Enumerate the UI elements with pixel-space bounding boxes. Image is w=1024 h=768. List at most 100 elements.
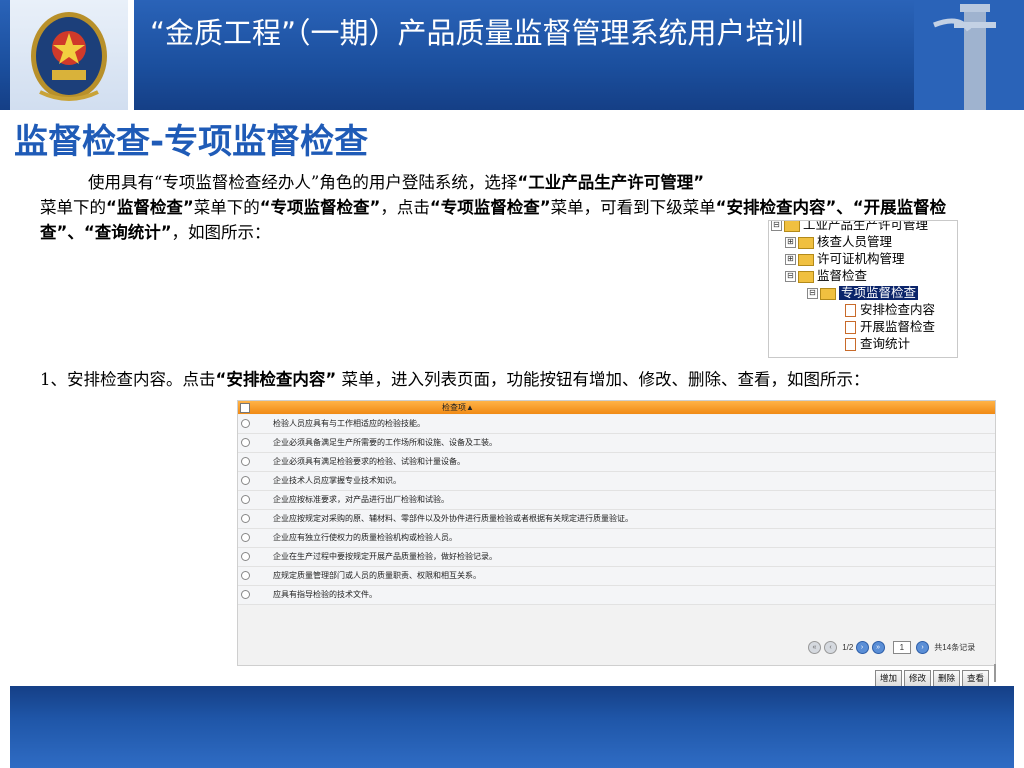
row-text: 应具有指导检验的技术文件。 xyxy=(273,590,377,599)
row-text: 应规定质量管理部门或人员的质量职责、权限和相互关系。 xyxy=(273,571,481,580)
tree-item-special-supervision[interactable]: ⊟ 专项监督检查 xyxy=(807,285,919,302)
tree-item-conduct-inspection[interactable]: 开展监督检查 xyxy=(845,319,935,336)
document-icon xyxy=(845,304,856,318)
page-number-input[interactable]: 1 xyxy=(892,641,911,655)
tree-item-query-stats[interactable]: 查询统计 xyxy=(845,336,910,353)
table-row[interactable]: 企业必须具有满足检验要求的检验、试验和计量设备。 xyxy=(238,453,995,472)
emblem-logo xyxy=(10,0,132,110)
tree-item-industrial-license[interactable]: ⊟ 工业产品生产许可管理 xyxy=(771,220,929,234)
para1-text-1: 使用具有“专项监督检查经办人”角色的用户登陆系统，选择 xyxy=(88,173,518,192)
huabiao-pillar-image xyxy=(914,0,1024,110)
select-all-checkbox[interactable] xyxy=(240,403,250,413)
row-radio[interactable] xyxy=(241,419,250,428)
slide-header: “金质工程”（一期）产品质量监督管理系统用户培训 xyxy=(0,0,1024,110)
row-radio[interactable] xyxy=(241,590,250,599)
row-text: 企业技术人员应掌握专业技术知识。 xyxy=(273,476,401,485)
table-row[interactable]: 企业应按标准要求，对产品进行出厂检验和试验。 xyxy=(238,491,995,510)
table-row[interactable]: 企业在生产过程中要按规定开展产品质量检验，做好检验记录。 xyxy=(238,548,995,567)
table-row[interactable]: 企业技术人员应掌握专业技术知识。 xyxy=(238,472,995,491)
row-text: 企业必须具备满足生产所需要的工作场所和设施、设备及工装。 xyxy=(273,438,497,447)
folder-icon xyxy=(798,236,814,249)
delete-button[interactable]: 删除 xyxy=(933,670,961,687)
table-row[interactable]: 应规定质量管理部门或人员的质量职责、权限和相互关系。 xyxy=(238,567,995,586)
tree-item-label: 查询统计 xyxy=(860,337,911,351)
para1-text-2: 菜单下的 xyxy=(40,198,106,217)
row-text: 企业必须具有满足检验要求的检验、试验和计量设备。 xyxy=(273,457,465,466)
next-page-icon[interactable]: › xyxy=(855,641,869,655)
total-records: 共14条记录 xyxy=(934,643,976,652)
para1-bold-2: “监督检查” xyxy=(106,198,194,217)
tree-item-label: 开展监督检查 xyxy=(860,320,936,334)
tree-item-label: 监督检查 xyxy=(817,269,868,283)
row-radio[interactable] xyxy=(241,514,250,523)
edit-button[interactable]: 修改 xyxy=(904,670,932,687)
expand-icon[interactable]: ⊞ xyxy=(785,237,796,249)
para2-bold-1: “安排检查内容” xyxy=(215,370,337,389)
para1-text-4: ，点击 xyxy=(380,198,430,217)
slide-footer xyxy=(10,686,1014,768)
row-radio[interactable] xyxy=(241,571,250,580)
para1-bold-1: “工业产品生产许可管理” xyxy=(517,173,705,192)
row-radio[interactable] xyxy=(241,495,250,504)
folder-icon xyxy=(784,221,800,232)
step1-paragraph: 1、安排检查内容。点击“安排检查内容” 菜单，进入列表页面，功能按钮有增加、修改… xyxy=(40,366,1000,393)
column-header-inspection-item[interactable]: 检查项▲ xyxy=(442,401,474,414)
table-row[interactable]: 企业必须具备满足生产所需要的工作场所和设施、设备及工装。 xyxy=(238,434,995,453)
table-row[interactable]: 企业应有独立行使权力的质量检验机构或检验人员。 xyxy=(238,529,995,548)
row-radio[interactable] xyxy=(241,457,250,466)
tree-item-inspector-management[interactable]: ⊞ 核查人员管理 xyxy=(785,234,892,251)
tree-item-license-agency[interactable]: ⊞ 许可证机构管理 xyxy=(785,251,905,268)
page-indicator: 1/2 xyxy=(842,643,854,652)
collapse-icon[interactable]: ⊟ xyxy=(785,271,796,283)
add-button[interactable]: 增加 xyxy=(875,670,903,687)
collapse-icon[interactable]: ⊟ xyxy=(771,221,782,232)
grid-action-buttons: 增加 修改 删除 查看 xyxy=(875,666,991,687)
row-text: 企业在生产过程中要按规定开展产品质量检验，做好检验记录。 xyxy=(273,552,497,561)
tree-item-label: 许可证机构管理 xyxy=(817,252,905,266)
row-text: 检验人员应具有与工作相适应的检验技能。 xyxy=(273,419,425,428)
last-page-icon[interactable]: » xyxy=(871,641,885,655)
row-radio[interactable] xyxy=(241,438,250,447)
tree-item-label: 核查人员管理 xyxy=(817,235,893,249)
document-icon xyxy=(845,321,856,335)
row-text: 企业应按规定对采购的原、辅材料、零部件以及外协件进行质量检验或者根据有关规定进行… xyxy=(273,514,633,523)
tree-item-label: 安排检查内容 xyxy=(860,303,936,317)
menu-tree-screenshot: ⊟ 工业产品生产许可管理 ⊞ 核查人员管理 ⊞ 许可证机构管理 ⊟ 监督检查 ⊟ 专项监督… xyxy=(768,220,958,358)
row-radio[interactable] xyxy=(241,552,250,561)
presentation-title: “金质工程”（一期）产品质量监督管理系统用户培训 xyxy=(150,16,804,50)
para1-text-6: ，如图所示： xyxy=(171,223,271,242)
inspection-items-grid: 检查项▲ 检验人员应具有与工作相适应的检验技能。 企业必须具备满足生产所需要的工… xyxy=(237,400,996,666)
para1-text-3: 菜单下的 xyxy=(193,198,260,217)
row-radio[interactable] xyxy=(241,476,250,485)
tree-item-label: 工业产品生产许可管理 xyxy=(803,220,929,232)
table-row[interactable]: 检验人员应具有与工作相适应的检验技能。 xyxy=(238,415,995,434)
view-button[interactable]: 查看 xyxy=(962,670,990,687)
folder-icon xyxy=(798,253,814,266)
table-row[interactable]: 企业应按规定对采购的原、辅材料、零部件以及外协件进行质量检验或者根据有关规定进行… xyxy=(238,510,995,529)
expand-icon[interactable]: ⊞ xyxy=(785,254,796,266)
para1-bold-4: “专项监督检查” xyxy=(429,198,551,217)
row-text: 企业应有独立行使权力的质量检验机构或检验人员。 xyxy=(273,533,457,542)
para2-text-1: 1、安排检查内容。点击 xyxy=(40,370,216,389)
para2-text-2: 菜单，进入列表页面，功能按钮有增加、修改、删除、查看，如图所示： xyxy=(336,370,870,389)
para1-bold-3: “专项监督检查” xyxy=(259,198,381,217)
header-divider xyxy=(130,0,134,110)
grid-header: 检查项▲ xyxy=(238,401,995,414)
folder-icon xyxy=(798,270,814,283)
folder-icon xyxy=(820,287,836,300)
tree-item-label: 专项监督检查 xyxy=(839,286,919,300)
row-text: 企业应按标准要求，对产品进行出厂检验和试验。 xyxy=(273,495,449,504)
prev-page-icon[interactable]: ‹ xyxy=(824,641,837,655)
slide-subtitle: 监督检查-专项监督检查 xyxy=(14,122,369,162)
document-icon xyxy=(845,338,856,352)
pagination-bar: «‹ 1/2 ›» 1 › 共14条记录 xyxy=(808,641,975,655)
table-row[interactable]: 应具有指导检验的技术文件。 xyxy=(238,586,995,605)
go-page-icon[interactable]: › xyxy=(916,641,930,655)
first-page-icon[interactable]: « xyxy=(808,641,821,655)
row-radio[interactable] xyxy=(241,533,250,542)
tree-item-arrange-content[interactable]: 安排检查内容 xyxy=(845,302,935,319)
para1-text-5: 菜单，可看到下级菜单 xyxy=(550,198,716,217)
tree-item-supervision[interactable]: ⊟ 监督检查 xyxy=(785,268,867,285)
divider xyxy=(994,664,996,682)
collapse-icon[interactable]: ⊟ xyxy=(807,288,818,300)
